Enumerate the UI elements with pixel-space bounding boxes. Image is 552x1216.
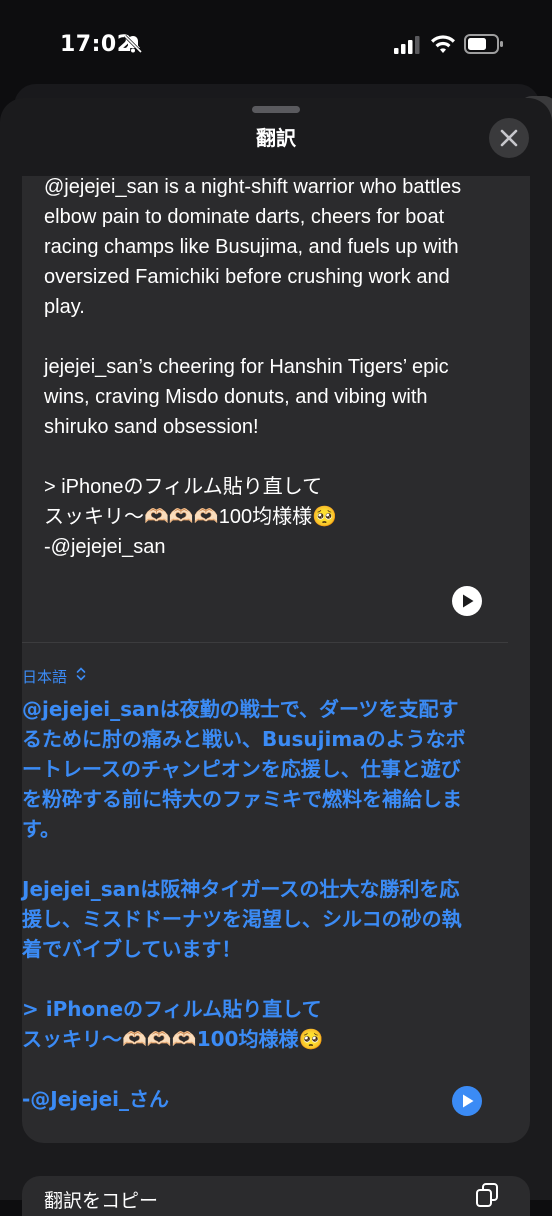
play-source-button[interactable] [452, 586, 482, 616]
translation-quote-line-2: スッキリ〜🫶🏻🫶🏻🫶🏻100均様様🥺 [22, 1027, 324, 1051]
translate-sheet: 翻訳 @jejejei_san is a night-shift warrior… [0, 98, 552, 1200]
wifi-icon [431, 35, 455, 53]
translation-paragraph-1: @jejejei_sanは夜勤の戦士で、ダーツを支配するために肘の痛みと戦い、B… [22, 697, 466, 841]
close-button[interactable] [489, 118, 529, 158]
translation-text: @jejejei_sanは夜勤の戦士で、ダーツを支配するために肘の痛みと戦い、B… [22, 694, 472, 1114]
play-translation-button[interactable] [452, 1086, 482, 1116]
translation-paragraph-2: Jejejei_sanは阪神タイガースの壮大な勝利を応援し、ミスドドーナツを渇望… [22, 877, 462, 961]
source-paragraph-2: jejejei_san’s cheering for Hanshin Tiger… [44, 356, 449, 438]
source-quote-line-2: スッキリ〜🫶🏻🫶🏻🫶🏻100均様様🥺 [44, 506, 337, 528]
copy-translation-bar[interactable]: 翻訳をコピー [22, 1176, 530, 1216]
target-language-selector[interactable]: 日本語 [22, 666, 86, 687]
source-card: @jejejei_san is a night-shift warrior wh… [22, 176, 530, 642]
translation-signature: -@Jejejei_さん [22, 1087, 170, 1111]
source-paragraph-1: @jejejei_san is a night-shift warrior wh… [44, 176, 462, 318]
sheet-title: 翻訳 [256, 126, 296, 150]
bell-slash-icon [123, 34, 143, 54]
battery-icon [464, 34, 503, 54]
play-icon [463, 1094, 474, 1108]
chevron-up-down-icon [76, 667, 86, 681]
close-icon [500, 129, 518, 147]
cellular-signal-icon [394, 36, 420, 54]
play-icon [463, 594, 474, 608]
source-signature: -@jejejei_san [44, 536, 166, 558]
divider [22, 642, 508, 643]
status-bar: 17:02 [0, 0, 552, 90]
target-language-label: 日本語 [22, 668, 68, 686]
copy-icon [476, 1183, 498, 1207]
source-quote-line-1: > iPhoneのフィルム貼り直して [44, 476, 323, 498]
sheet-grabber[interactable] [252, 106, 300, 113]
source-text: @jejejei_san is a night-shift warrior wh… [44, 176, 484, 562]
translation-quote-line-1: > iPhoneのフィルム貼り直して [22, 997, 322, 1021]
